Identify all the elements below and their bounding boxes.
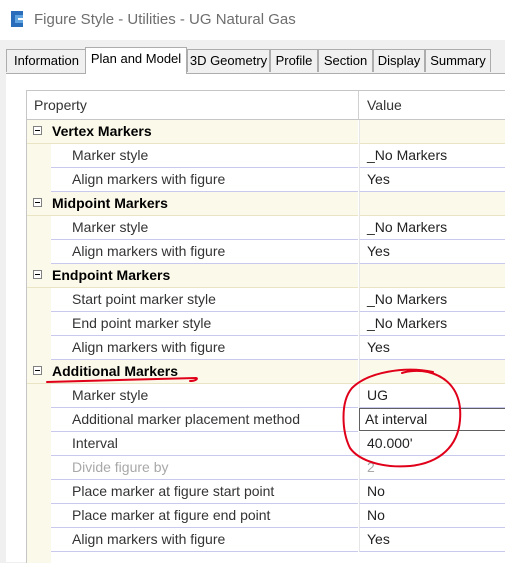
property-row[interactable]: Align markers with figure Yes bbox=[27, 336, 505, 360]
tab-summary[interactable]: Summary bbox=[425, 49, 491, 72]
tab-plan-and-model[interactable]: Plan and Model bbox=[85, 47, 187, 74]
property-name: Align markers with figure bbox=[72, 171, 226, 187]
property-name: Divide figure by bbox=[72, 459, 169, 475]
property-name: Interval bbox=[72, 435, 118, 451]
value-editor[interactable]: At interval bbox=[359, 408, 505, 431]
property-row[interactable]: Interval 40.000' bbox=[27, 432, 505, 456]
tab-profile[interactable]: Profile bbox=[270, 49, 318, 72]
property-value[interactable]: Yes bbox=[367, 336, 390, 359]
property-value: 2 bbox=[367, 459, 375, 475]
property-row[interactable]: Marker style UG bbox=[27, 384, 505, 408]
category-midpoint-markers[interactable]: Midpoint Markers bbox=[27, 192, 505, 216]
property-name: Place marker at figure start point bbox=[72, 483, 275, 499]
category-label: Additional Markers bbox=[52, 363, 179, 379]
property-value[interactable]: No bbox=[367, 504, 385, 527]
property-row[interactable]: Align markers with figure Yes bbox=[27, 240, 505, 264]
property-row[interactable]: Align markers with figure Yes bbox=[27, 528, 505, 552]
property-name: Additional marker placement method bbox=[72, 411, 301, 427]
property-name: Align markers with figure bbox=[72, 531, 226, 547]
collapse-icon[interactable] bbox=[33, 126, 42, 135]
value-column-header[interactable]: Value bbox=[367, 97, 402, 113]
grid-header: Property Value bbox=[27, 91, 505, 120]
property-name: Start point marker style bbox=[72, 291, 216, 307]
column-divider[interactable] bbox=[358, 91, 359, 119]
property-value[interactable]: Yes bbox=[367, 168, 390, 191]
property-row[interactable]: End point marker style _No Markers bbox=[27, 312, 505, 336]
tab-section[interactable]: Section bbox=[318, 49, 373, 72]
property-row[interactable]: Marker style _No Markers bbox=[27, 216, 505, 240]
window-title: Figure Style - Utilities - UG Natural Ga… bbox=[34, 11, 296, 28]
property-row-selected[interactable]: Additional marker placement method At in… bbox=[27, 408, 505, 432]
property-value[interactable]: UG bbox=[367, 384, 388, 407]
category-vertex-markers[interactable]: Vertex Markers bbox=[27, 120, 505, 144]
property-grid: Property Value Vertex Markers Marker sty… bbox=[26, 90, 505, 563]
property-name: End point marker style bbox=[72, 315, 212, 331]
property-row[interactable]: Align markers with figure Yes bbox=[27, 168, 505, 192]
tab-display[interactable]: Display bbox=[373, 49, 425, 72]
property-name: Marker style bbox=[72, 219, 149, 235]
property-row-disabled: Divide figure by 2 bbox=[27, 456, 505, 480]
tab-strip: Information Plan and Model 3D Geometry P… bbox=[6, 47, 505, 74]
property-value[interactable]: _No Markers bbox=[367, 216, 447, 239]
property-name: Align markers with figure bbox=[72, 243, 226, 259]
tab-information[interactable]: Information bbox=[6, 49, 87, 72]
property-value[interactable]: 40.000' bbox=[367, 432, 413, 455]
plan-and-model-panel: Property Value Vertex Markers Marker sty… bbox=[6, 74, 505, 563]
property-column-header[interactable]: Property bbox=[34, 97, 87, 113]
category-label: Midpoint Markers bbox=[52, 195, 168, 211]
collapse-icon[interactable] bbox=[33, 366, 42, 375]
category-additional-markers[interactable]: Additional Markers bbox=[27, 360, 505, 384]
civil3d-app-icon bbox=[11, 11, 23, 27]
property-name: Align markers with figure bbox=[72, 339, 226, 355]
property-value[interactable]: _No Markers bbox=[367, 288, 447, 311]
property-row[interactable]: Place marker at figure start point No bbox=[27, 480, 505, 504]
property-row[interactable]: Start point marker style _No Markers bbox=[27, 288, 505, 312]
property-row[interactable]: Marker style _No Markers bbox=[27, 144, 505, 168]
collapse-icon[interactable] bbox=[33, 270, 42, 279]
property-name: Place marker at figure end point bbox=[72, 507, 271, 523]
property-name: Marker style bbox=[72, 147, 149, 163]
property-value[interactable]: Yes bbox=[367, 528, 390, 551]
property-value[interactable]: _No Markers bbox=[367, 312, 447, 335]
title-bar: Figure Style - Utilities - UG Natural Ga… bbox=[0, 0, 505, 40]
property-row[interactable]: Place marker at figure end point No bbox=[27, 504, 505, 528]
property-name: Marker style bbox=[72, 387, 149, 403]
property-value[interactable]: Yes bbox=[367, 240, 390, 263]
category-label: Vertex Markers bbox=[52, 123, 152, 139]
category-label: Endpoint Markers bbox=[52, 267, 171, 283]
category-endpoint-markers[interactable]: Endpoint Markers bbox=[27, 264, 505, 288]
collapse-icon[interactable] bbox=[33, 198, 42, 207]
property-value[interactable]: No bbox=[367, 480, 385, 503]
tab-3d-geometry[interactable]: 3D Geometry bbox=[187, 49, 270, 72]
property-value[interactable]: At interval bbox=[365, 409, 427, 430]
property-value[interactable]: _No Markers bbox=[367, 144, 447, 167]
